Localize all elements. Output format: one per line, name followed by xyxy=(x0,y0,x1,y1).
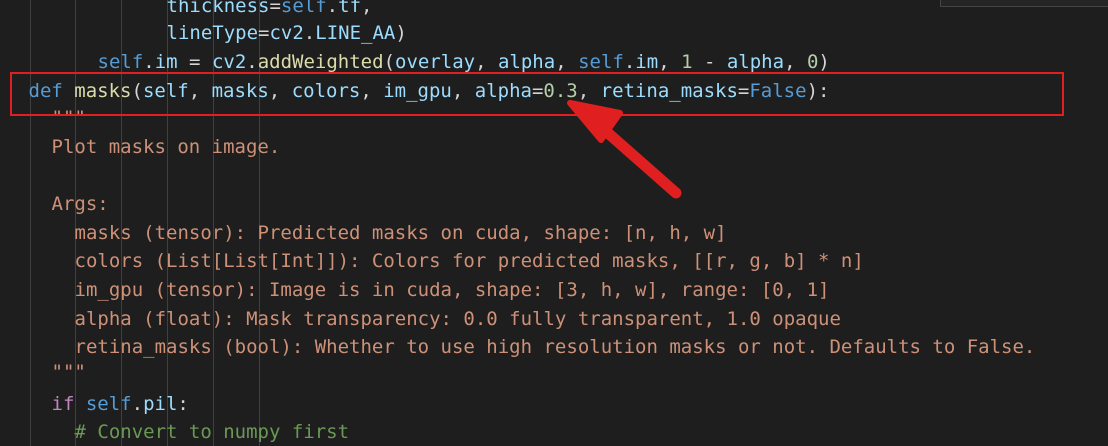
red-arrow-annotation xyxy=(567,100,682,199)
arrow-shaft xyxy=(594,120,682,199)
code-editor[interactable]: thickness=self.tf, lineType=cv2.LINE_AA) s… xyxy=(0,0,1108,446)
